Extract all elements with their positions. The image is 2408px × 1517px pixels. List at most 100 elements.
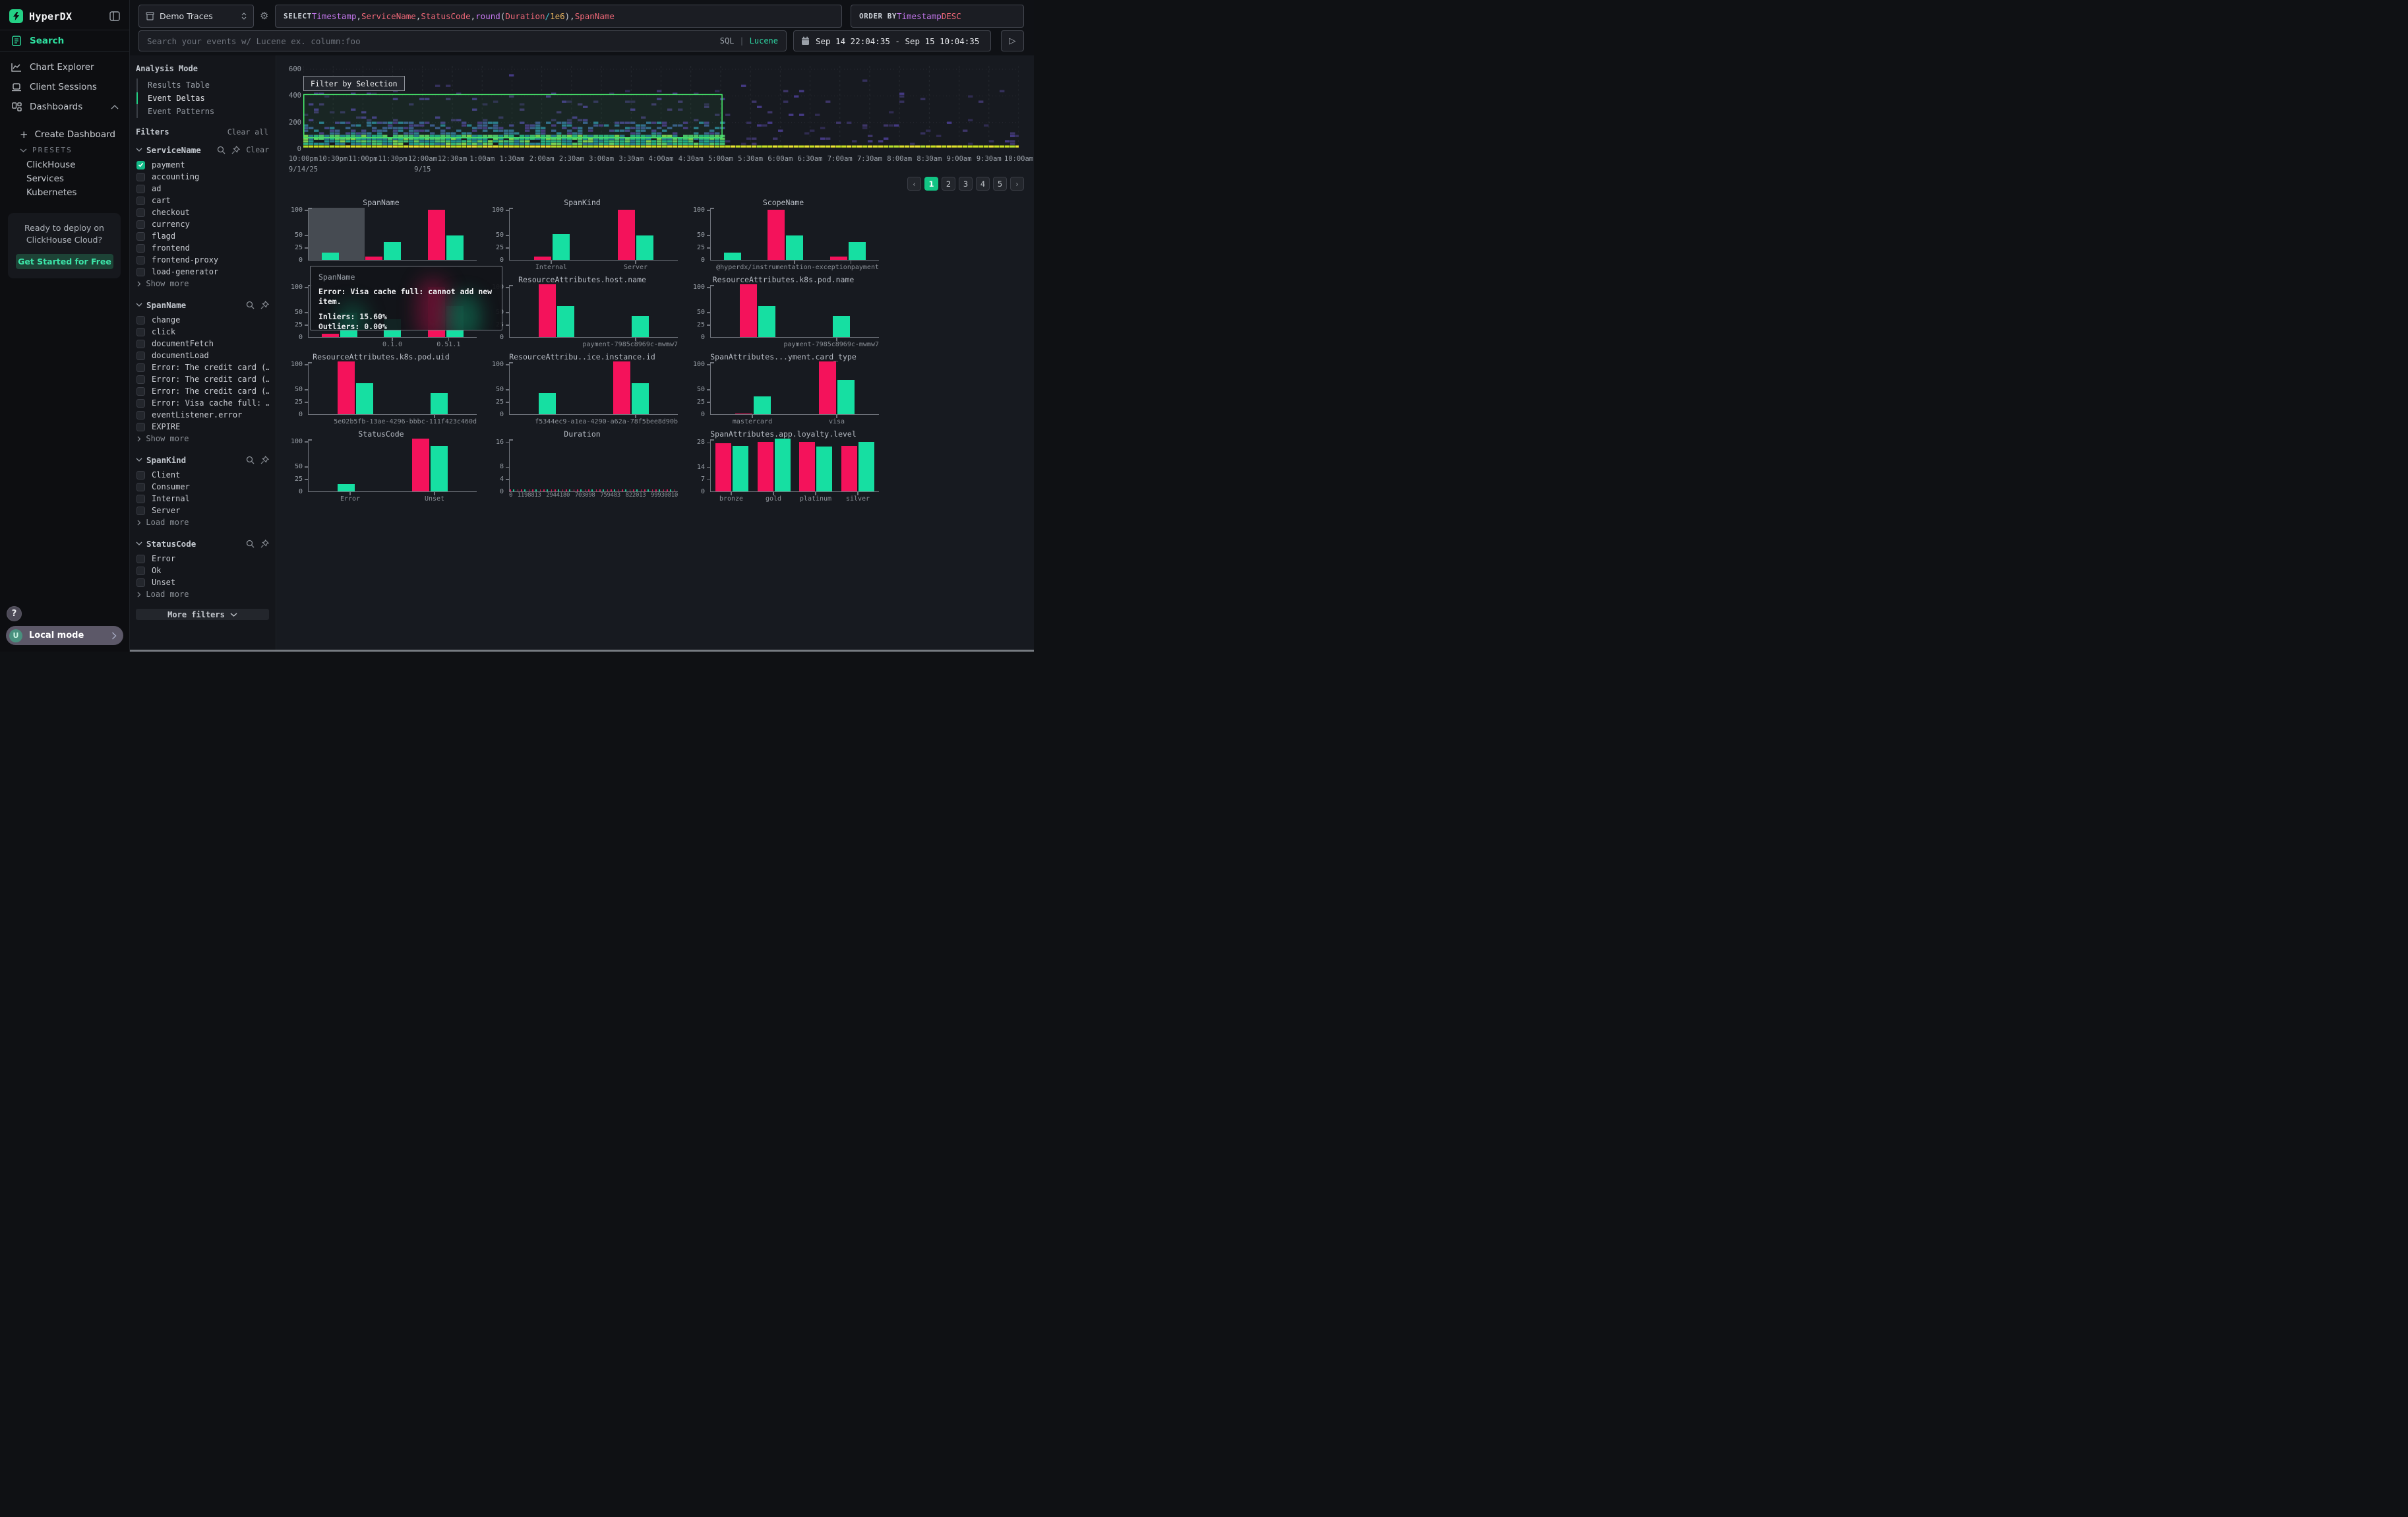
- checkbox[interactable]: [136, 495, 145, 503]
- event-density-heatmap[interactable]: [303, 66, 1019, 149]
- more-filters-button[interactable]: More filters: [136, 609, 269, 620]
- checkbox[interactable]: [136, 483, 145, 491]
- filter-checkbox-row[interactable]: payment: [136, 159, 269, 171]
- checkbox[interactable]: [136, 375, 145, 384]
- sidebar-item-chart-explorer[interactable]: Chart Explorer: [0, 57, 129, 77]
- pin-icon[interactable]: [260, 540, 269, 548]
- sidebar-collapse-icon[interactable]: [109, 11, 120, 21]
- presets-toggle[interactable]: PRESETS: [0, 143, 129, 158]
- pin-icon[interactable]: [260, 301, 269, 309]
- filter-checkbox-row[interactable]: currency: [136, 218, 269, 230]
- filter-by-selection-button[interactable]: Filter by Selection: [303, 76, 405, 91]
- filter-checkbox-row[interactable]: Client: [136, 469, 269, 481]
- filter-checkbox-row[interactable]: load-generator: [136, 266, 269, 278]
- filter-section-header[interactable]: SpanName: [136, 298, 269, 311]
- heatmap-selection-box[interactable]: [304, 94, 722, 138]
- filter-section-header[interactable]: ServiceNameClear: [136, 143, 269, 156]
- checkbox[interactable]: [136, 244, 145, 253]
- checkbox[interactable]: [136, 316, 145, 325]
- filter-checkbox-row[interactable]: Error: The credit card (…: [136, 373, 269, 385]
- filter-section-header[interactable]: StatusCode: [136, 537, 269, 550]
- show-more-link[interactable]: Show more: [136, 278, 269, 290]
- filter-checkbox-row[interactable]: Consumer: [136, 481, 269, 493]
- search-icon[interactable]: [246, 540, 255, 548]
- create-dashboard-button[interactable]: + Create Dashboard: [0, 126, 129, 143]
- filter-checkbox-row[interactable]: frontend: [136, 242, 269, 254]
- filter-checkbox-row[interactable]: Error: The credit card (…: [136, 385, 269, 397]
- filter-checkbox-row[interactable]: ad: [136, 183, 269, 195]
- pagination-prev-button[interactable]: ‹: [907, 177, 921, 191]
- filter-checkbox-row[interactable]: Internal: [136, 493, 269, 505]
- preset-kubernetes[interactable]: Kubernetes: [0, 185, 129, 199]
- clear-all-button[interactable]: Clear all: [227, 127, 268, 137]
- date-range-picker[interactable]: Sep 14 22:04:35 - Sep 15 10:04:35: [793, 30, 991, 51]
- filter-checkbox-row[interactable]: flagd: [136, 230, 269, 242]
- checkbox[interactable]: [136, 220, 145, 229]
- checkbox[interactable]: [136, 256, 145, 264]
- sidebar-item-dashboards[interactable]: Dashboards: [0, 97, 129, 117]
- search-icon[interactable]: [246, 456, 255, 464]
- checkbox[interactable]: [136, 185, 145, 193]
- checkbox[interactable]: [136, 197, 145, 205]
- checkbox[interactable]: [136, 173, 145, 181]
- chevron-up-icon[interactable]: [111, 105, 119, 109]
- pin-icon[interactable]: [260, 456, 269, 464]
- filter-checkbox-row[interactable]: change: [136, 314, 269, 326]
- checkbox[interactable]: [136, 507, 145, 515]
- filter-checkbox-row[interactable]: Error: The credit card (…: [136, 361, 269, 373]
- show-more-link[interactable]: Show more: [136, 433, 269, 445]
- filter-checkbox-row[interactable]: Error: Visa cache full: …: [136, 397, 269, 409]
- pagination-page-4[interactable]: 4: [976, 177, 990, 191]
- analysis-mode-option[interactable]: Event Deltas: [138, 92, 269, 105]
- checkbox[interactable]: [136, 423, 145, 431]
- checkbox[interactable]: [136, 328, 145, 336]
- filter-checkbox-row[interactable]: EXPIRE: [136, 421, 269, 433]
- checkbox[interactable]: [136, 399, 145, 408]
- gear-icon[interactable]: ⚙: [260, 10, 268, 22]
- sidebar-item-client-sessions[interactable]: Client Sessions: [0, 77, 129, 97]
- filter-checkbox-row[interactable]: documentLoad: [136, 350, 269, 361]
- filter-checkbox-row[interactable]: Error: [136, 553, 269, 565]
- filter-checkbox-row[interactable]: accounting: [136, 171, 269, 183]
- get-started-button[interactable]: Get Started for Free: [16, 254, 113, 269]
- pagination-page-3[interactable]: 3: [959, 177, 973, 191]
- checkbox-checked[interactable]: [136, 161, 145, 170]
- pagination-next-button[interactable]: ›: [1010, 177, 1024, 191]
- show-more-link[interactable]: Load more: [136, 588, 269, 600]
- checkbox[interactable]: [136, 352, 145, 360]
- checkbox[interactable]: [136, 555, 145, 563]
- checkbox[interactable]: [136, 232, 145, 241]
- sql-toggle[interactable]: SQL: [720, 36, 735, 46]
- filter-checkbox-row[interactable]: eventListener.error: [136, 409, 269, 421]
- analysis-mode-option[interactable]: Event Patterns: [138, 105, 269, 118]
- select-query-input[interactable]: SELECT Timestamp, ServiceName, StatusCod…: [275, 5, 842, 28]
- checkbox[interactable]: [136, 268, 145, 276]
- filter-section-clear[interactable]: Clear: [246, 145, 269, 154]
- checkbox[interactable]: [136, 411, 145, 419]
- checkbox[interactable]: [136, 567, 145, 575]
- pagination-page-5[interactable]: 5: [993, 177, 1007, 191]
- filter-checkbox-row[interactable]: cart: [136, 195, 269, 206]
- checkbox[interactable]: [136, 578, 145, 587]
- pagination-page-2[interactable]: 2: [942, 177, 955, 191]
- pagination-page-1[interactable]: 1: [924, 177, 938, 191]
- local-mode-menu[interactable]: U Local mode: [6, 626, 123, 645]
- filter-checkbox-row[interactable]: documentFetch: [136, 338, 269, 350]
- show-more-link[interactable]: Load more: [136, 516, 269, 528]
- sidebar-item-search[interactable]: Search: [0, 30, 129, 51]
- filter-checkbox-row[interactable]: checkout: [136, 206, 269, 218]
- checkbox[interactable]: [136, 471, 145, 480]
- filter-section-header[interactable]: SpanKind: [136, 453, 269, 466]
- horizontal-scrollbar[interactable]: [130, 650, 1034, 652]
- filter-checkbox-row[interactable]: Ok: [136, 565, 269, 576]
- checkbox[interactable]: [136, 387, 145, 396]
- run-query-button[interactable]: ▷: [1001, 30, 1024, 51]
- filter-checkbox-row[interactable]: frontend-proxy: [136, 254, 269, 266]
- preset-services[interactable]: Services: [0, 171, 129, 185]
- source-select[interactable]: Demo Traces: [138, 5, 254, 28]
- search-input[interactable]: Search your events w/ Lucene ex. column:…: [138, 30, 787, 51]
- search-icon[interactable]: [246, 301, 255, 309]
- filter-checkbox-row[interactable]: click: [136, 326, 269, 338]
- filter-checkbox-row[interactable]: Server: [136, 505, 269, 516]
- order-by-input[interactable]: ORDER BY Timestamp DESC: [851, 5, 1024, 28]
